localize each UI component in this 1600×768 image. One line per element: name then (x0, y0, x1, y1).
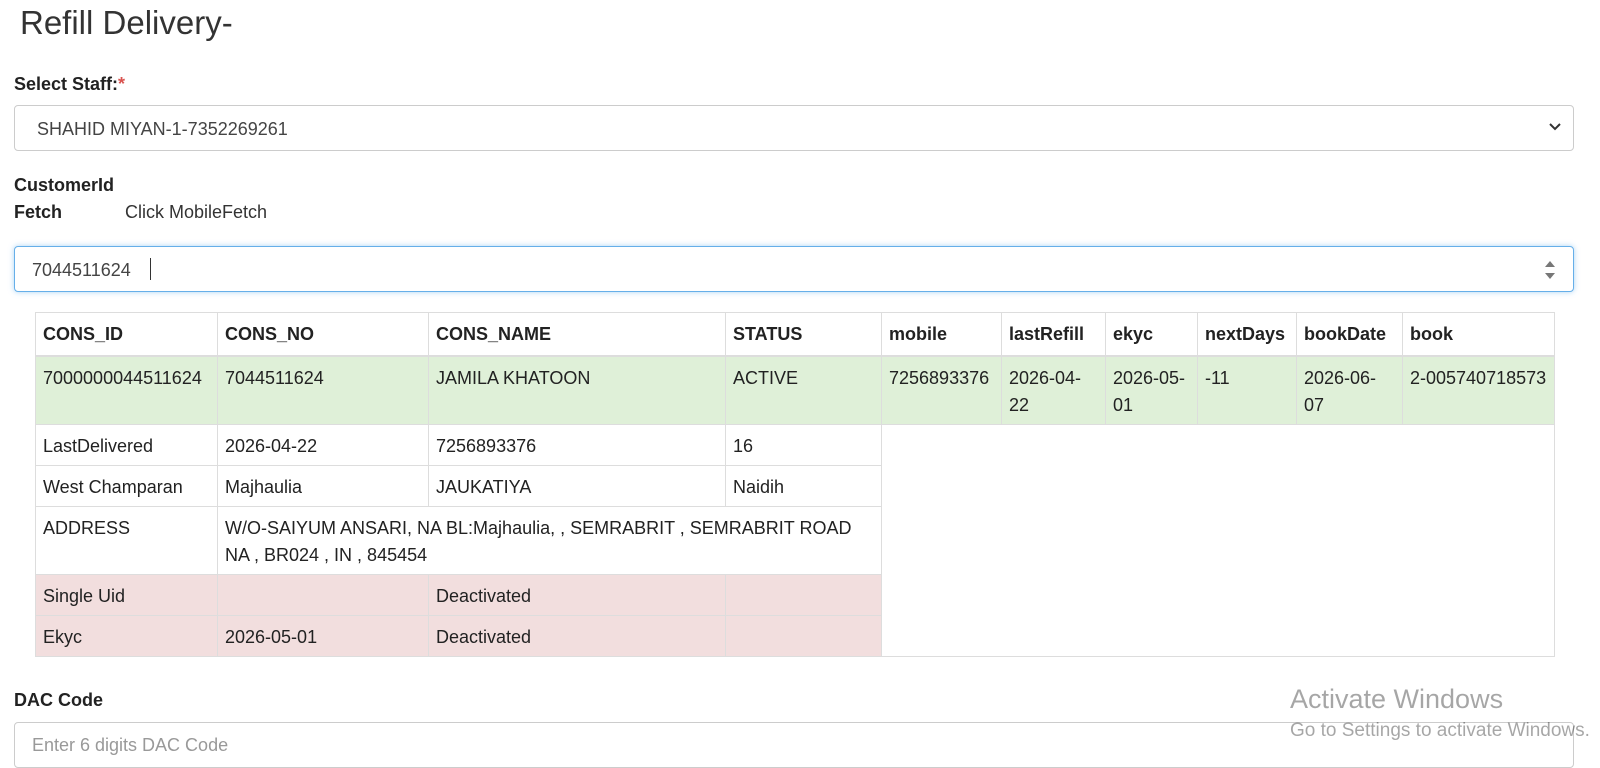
staff-select[interactable]: SHAHID MIYAN-1-7352269261 (14, 105, 1574, 151)
cell-address-label: ADDRESS (35, 506, 218, 575)
cell-status: ACTIVE (725, 355, 882, 425)
header-last-refill: lastRefill (1001, 312, 1106, 357)
last-delivered-row: LastDelivered 2026-04-22 7256893376 16 (35, 424, 1555, 657)
cell-last-delivered-date: 2026-04-22 (217, 424, 429, 466)
cell-ekyc: 2026-05-01 (1105, 355, 1198, 425)
cell-address-value: W/O-SAIYUM ANSARI, NA BL:Majhaulia, , SE… (217, 506, 882, 575)
cell-last-delivered-label: LastDelivered (35, 424, 218, 466)
table-header-row: CONS_ID CONS_NO CONS_NAME STATUS mobile … (35, 312, 1555, 357)
cell-single-uid-extra (725, 574, 882, 616)
cell-last-delivered-count: 16 (725, 424, 882, 466)
cell-book-date: 2026-06-07 (1296, 355, 1403, 425)
cell-block: Majhaulia (217, 465, 429, 507)
header-cons-id: CONS_ID (35, 312, 218, 357)
empty-area (881, 424, 1555, 657)
cell-book: 2-005740718573 (1402, 355, 1555, 425)
cell-district: West Champaran (35, 465, 218, 507)
select-staff-label: Select Staff:* (14, 74, 125, 95)
header-status: STATUS (725, 312, 882, 357)
customer-id-label: CustomerId (14, 175, 115, 195)
chevron-down-icon (1549, 123, 1561, 131)
activate-windows-subtitle: Go to Settings to activate Windows. (1290, 720, 1590, 741)
cell-village: JAUKATIYA (428, 465, 726, 507)
cell-cons-name: JAMILA KHATOON (428, 355, 726, 425)
cell-cons-id: 7000000044511624 (35, 355, 218, 425)
header-next-days: nextDays (1197, 312, 1297, 357)
header-book: book (1402, 312, 1555, 357)
header-cons-no: CONS_NO (217, 312, 429, 357)
activate-windows-title: Activate Windows (1290, 684, 1504, 714)
cell-mobile: 7256893376 (881, 355, 1002, 425)
dac-code-placeholder: Enter 6 digits DAC Code (32, 735, 229, 755)
staff-select-value: SHAHID MIYAN-1-7352269261 (37, 119, 288, 139)
dac-code-label: DAC Code (14, 690, 103, 710)
mobile-number-input[interactable]: 7044511624 (14, 246, 1574, 292)
mobile-number-value: 7044511624 (32, 260, 131, 280)
header-ekyc: ekyc (1105, 312, 1198, 357)
cell-next-days: -11 (1197, 355, 1297, 425)
consumer-row: 7000000044511624 7044511624 JAMILA KHATO… (35, 355, 1555, 425)
cell-ekyc-extra (725, 615, 882, 657)
required-marker: * (118, 74, 126, 94)
cell-ekyc-status: Deactivated (428, 615, 726, 657)
header-cons-name: CONS_NAME (428, 312, 726, 357)
cell-last-refill: 2026-04-22 (1001, 355, 1106, 425)
select-staff-label-text: Select Staff: (14, 74, 119, 94)
cell-ekyc-label: Ekyc (35, 615, 218, 657)
cell-ekyc-date: 2026-05-01 (217, 615, 429, 657)
cell-last-delivered-mobile: 7256893376 (428, 424, 726, 466)
cell-cons-no: 7044511624 (217, 355, 429, 425)
cell-single-uid-value (217, 574, 429, 616)
number-spinner-icon[interactable] (1543, 257, 1557, 283)
cell-single-uid-label: Single Uid (35, 574, 218, 616)
cell-single-uid-status: Deactivated (428, 574, 726, 616)
fetch-label: Fetch (14, 202, 63, 222)
header-mobile: mobile (881, 312, 1002, 357)
text-caret (150, 258, 151, 280)
page-title: Refill Delivery- (20, 4, 233, 41)
consumer-table: CONS_ID CONS_NO CONS_NAME STATUS mobile … (35, 312, 1555, 657)
cell-locality: Naidih (725, 465, 882, 507)
header-book-date: bookDate (1296, 312, 1403, 357)
click-mobile-fetch-link[interactable]: Click MobileFetch (125, 202, 267, 223)
